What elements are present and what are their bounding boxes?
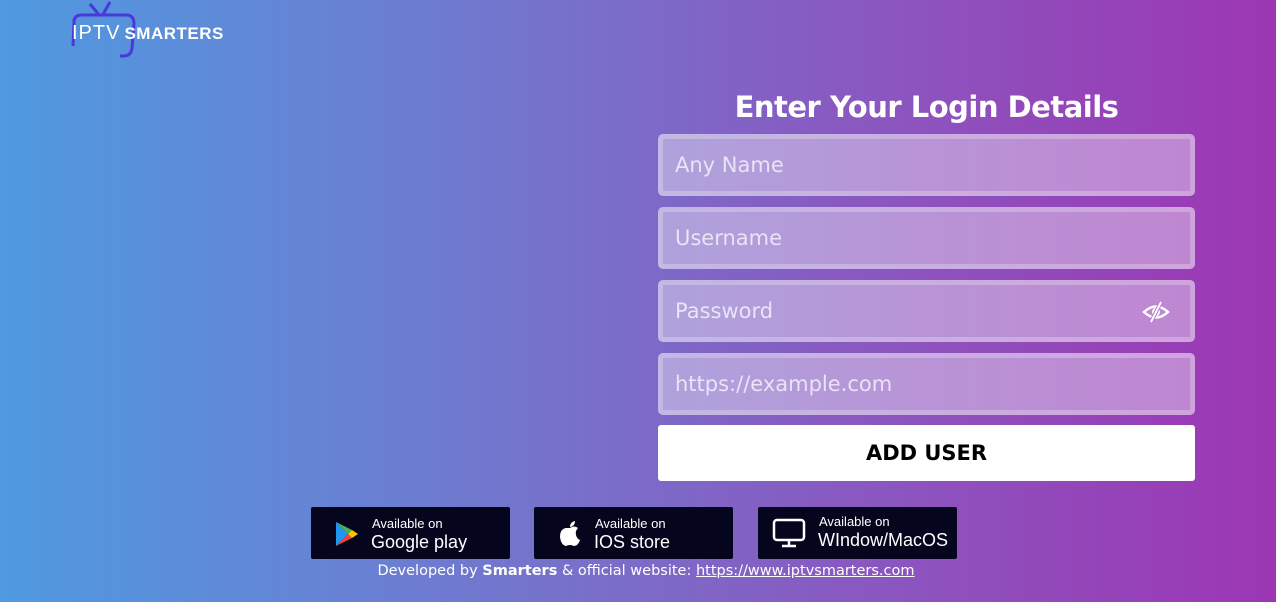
google-play-icon (336, 522, 358, 546)
desktop-store-button[interactable]: Available on WIndow/MacOS (758, 507, 957, 559)
footer-company: Smarters (482, 563, 558, 579)
name-field-wrapper (658, 134, 1195, 196)
footer-prefix: Developed by (377, 563, 478, 579)
logo-iptv: IPTV (72, 22, 121, 44)
desktop-label: WIndow/MacOS (818, 530, 949, 550)
password-input[interactable] (663, 285, 1190, 337)
eye-slash-icon[interactable] (1142, 301, 1170, 323)
google-play-small-text: Available on (372, 516, 443, 531)
username-input[interactable] (663, 212, 1190, 264)
logo-smarters: SMARTERS (124, 24, 224, 43)
website-link[interactable]: https://www.iptvsmarters.com (696, 563, 915, 579)
page-title: Enter Your Login Details (734, 90, 1119, 124)
password-field-wrapper (658, 280, 1195, 342)
google-play-button[interactable]: Available on Google play (311, 507, 510, 559)
footer-middle: & official website: (561, 563, 692, 579)
login-form: Enter Your Login Details ADD USER (658, 88, 1195, 481)
ios-store-button[interactable]: Available on IOS store (534, 507, 733, 559)
add-user-button[interactable]: ADD USER (658, 425, 1195, 481)
any-name-input[interactable] (663, 139, 1190, 191)
ios-small-text: Available on (595, 516, 666, 531)
apple-icon (560, 521, 580, 546)
footer: Developed by Smarters & official website… (0, 563, 1276, 579)
store-links: Available on Google play Available on IO… (311, 507, 957, 559)
google-play-label: Google play (371, 532, 468, 552)
url-field-wrapper (658, 353, 1195, 415)
desktop-small-text: Available on (819, 514, 890, 529)
app-logo: IPTV SMARTERS (68, 0, 268, 60)
username-field-wrapper (658, 207, 1195, 269)
server-url-input[interactable] (663, 358, 1190, 410)
ios-label: IOS store (594, 532, 671, 552)
monitor-icon (772, 518, 806, 548)
